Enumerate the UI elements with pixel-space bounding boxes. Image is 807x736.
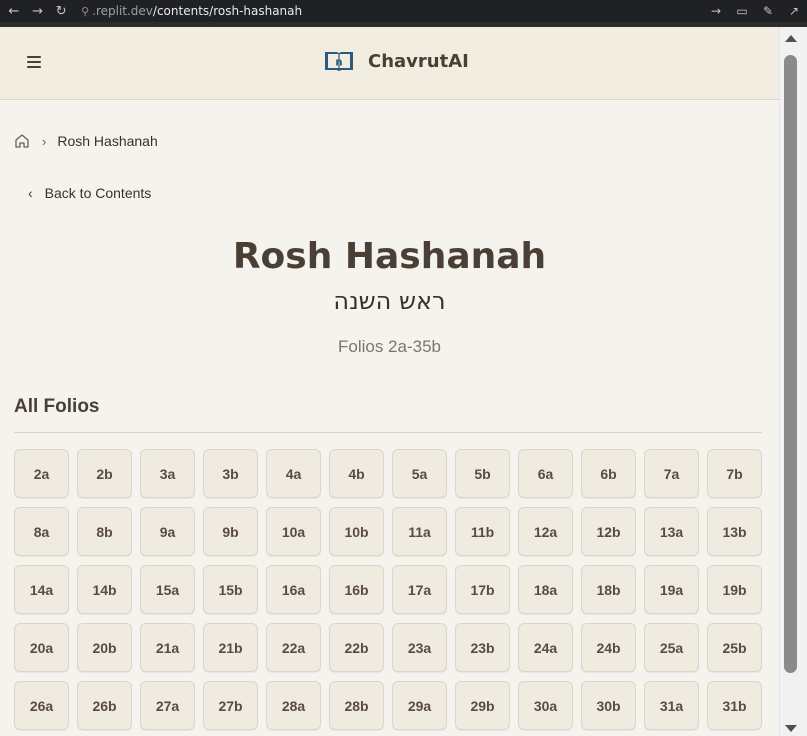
folio-button[interactable]: 31a bbox=[644, 681, 699, 730]
send-arrow-icon[interactable]: → bbox=[703, 0, 729, 22]
brand[interactable]: ח ChavrutAI bbox=[324, 49, 469, 73]
folio-button[interactable]: 15a bbox=[140, 565, 195, 614]
folio-button[interactable]: 4a bbox=[266, 449, 321, 498]
folio-button[interactable]: 8a bbox=[14, 507, 69, 556]
folio-button[interactable]: 6a bbox=[518, 449, 573, 498]
back-to-contents-link[interactable]: ‹ Back to Contents bbox=[28, 185, 151, 201]
folio-button[interactable]: 13a bbox=[644, 507, 699, 556]
scroll-down-arrow-icon[interactable] bbox=[785, 725, 797, 732]
folio-button[interactable]: 7a bbox=[644, 449, 699, 498]
brand-name: ChavrutAI bbox=[368, 50, 469, 72]
browser-toolbar: ← → ↻ ⚲ .replit.dev/contents/rosh-hashan… bbox=[0, 0, 807, 22]
scrollbar-thumb[interactable] bbox=[784, 55, 797, 673]
folio-button[interactable]: 16b bbox=[329, 565, 384, 614]
folio-button[interactable]: 31b bbox=[707, 681, 762, 730]
folio-button[interactable]: 3a bbox=[140, 449, 195, 498]
folio-button[interactable]: 12a bbox=[518, 507, 573, 556]
folio-button[interactable]: 24a bbox=[518, 623, 573, 672]
open-external-icon[interactable]: ↗ bbox=[781, 0, 807, 22]
folio-button[interactable]: 10a bbox=[266, 507, 321, 556]
back-arrow-icon[interactable]: ← bbox=[2, 0, 26, 22]
folio-button[interactable]: 23a bbox=[392, 623, 447, 672]
logo-letter: ח bbox=[335, 56, 343, 69]
forward-arrow-icon[interactable]: → bbox=[26, 0, 50, 22]
folio-button[interactable]: 22a bbox=[266, 623, 321, 672]
cast-screen-icon[interactable]: ▭ bbox=[729, 0, 755, 22]
breadcrumb-current: Rosh Hashanah bbox=[57, 133, 158, 149]
folio-button[interactable]: 30a bbox=[518, 681, 573, 730]
back-link-label: Back to Contents bbox=[44, 185, 152, 201]
folio-button[interactable]: 7b bbox=[707, 449, 762, 498]
folio-button[interactable]: 22b bbox=[329, 623, 384, 672]
folio-button[interactable]: 18b bbox=[581, 565, 636, 614]
folio-button[interactable]: 12b bbox=[581, 507, 636, 556]
section-divider bbox=[14, 432, 762, 433]
folio-button[interactable]: 9a bbox=[140, 507, 195, 556]
folio-button[interactable]: 8b bbox=[77, 507, 132, 556]
folio-button[interactable]: 21a bbox=[140, 623, 195, 672]
folio-button[interactable]: 13b bbox=[707, 507, 762, 556]
folio-button[interactable]: 29b bbox=[455, 681, 510, 730]
folio-button[interactable]: 29a bbox=[392, 681, 447, 730]
address-bar[interactable]: ⚲ .replit.dev/contents/rosh-hashanah bbox=[81, 2, 703, 20]
folio-button[interactable]: 30b bbox=[581, 681, 636, 730]
folios-range: Folios 2a-35b bbox=[337, 337, 441, 356]
folio-button[interactable]: 26b bbox=[77, 681, 132, 730]
folio-button[interactable]: 2a bbox=[14, 449, 69, 498]
folio-button[interactable]: 11a bbox=[392, 507, 447, 556]
hamburger-menu-icon[interactable] bbox=[27, 56, 41, 68]
folio-button[interactable]: 2b bbox=[77, 449, 132, 498]
reload-icon[interactable]: ↻ bbox=[49, 0, 73, 22]
url-path: /contents/rosh-hashanah bbox=[152, 4, 303, 18]
folio-button[interactable]: 20b bbox=[77, 623, 132, 672]
home-icon[interactable] bbox=[14, 133, 30, 149]
folio-button[interactable]: 18a bbox=[518, 565, 573, 614]
folio-button[interactable]: 21b bbox=[203, 623, 258, 672]
folio-button[interactable]: 11b bbox=[455, 507, 510, 556]
folio-button[interactable]: 4b bbox=[329, 449, 384, 498]
chevron-right-icon: › bbox=[42, 133, 47, 149]
folio-button[interactable]: 28a bbox=[266, 681, 321, 730]
tractate-title: Rosh Hashanah bbox=[232, 236, 547, 277]
book-logo-icon: ח bbox=[325, 52, 353, 71]
app-header: ח ChavrutAI bbox=[0, 27, 779, 100]
breadcrumb: › Rosh Hashanah bbox=[14, 133, 158, 149]
folio-button[interactable]: 20a bbox=[14, 623, 69, 672]
wrench-icon[interactable]: ✎ bbox=[755, 0, 781, 22]
folio-grid: 2a 2b 3a 3b 4a 4b 5a 5b 6a 6b 7a 7b 8a 8b 9a 9b 10a 10b 11… bbox=[14, 449, 764, 730]
folio-button[interactable]: 5b bbox=[455, 449, 510, 498]
folio-button[interactable]: 10b bbox=[329, 507, 384, 556]
folio-button[interactable]: 17b bbox=[455, 565, 510, 614]
folio-button[interactable]: 5a bbox=[392, 449, 447, 498]
folio-button[interactable]: 26a bbox=[14, 681, 69, 730]
folio-button[interactable]: 27a bbox=[140, 681, 195, 730]
folio-button[interactable]: 15b bbox=[203, 565, 258, 614]
folio-button[interactable]: 25b bbox=[707, 623, 762, 672]
tractate-hebrew-title: ראש השנה bbox=[333, 287, 446, 315]
folio-button[interactable]: 17a bbox=[392, 565, 447, 614]
folio-button[interactable]: 16a bbox=[266, 565, 321, 614]
folio-button[interactable]: 6b bbox=[581, 449, 636, 498]
folio-button[interactable]: 25a bbox=[644, 623, 699, 672]
scroll-up-arrow-icon[interactable] bbox=[785, 35, 797, 42]
scrollbar[interactable] bbox=[779, 27, 807, 736]
folio-button[interactable]: 9b bbox=[203, 507, 258, 556]
folio-button[interactable]: 27b bbox=[203, 681, 258, 730]
folio-button[interactable]: 19b bbox=[707, 565, 762, 614]
folio-button[interactable]: 28b bbox=[329, 681, 384, 730]
folio-button[interactable]: 23b bbox=[455, 623, 510, 672]
folio-button[interactable]: 3b bbox=[203, 449, 258, 498]
folio-button[interactable]: 14b bbox=[77, 565, 132, 614]
url-host: .replit.dev bbox=[92, 4, 153, 18]
folio-button[interactable]: 19a bbox=[644, 565, 699, 614]
folio-button[interactable]: 14a bbox=[14, 565, 69, 614]
folio-button[interactable]: 24b bbox=[581, 623, 636, 672]
all-folios-heading: All Folios bbox=[14, 396, 100, 417]
site-info-icon[interactable]: ⚲ bbox=[81, 5, 89, 18]
chevron-left-icon: ‹ bbox=[28, 185, 33, 201]
